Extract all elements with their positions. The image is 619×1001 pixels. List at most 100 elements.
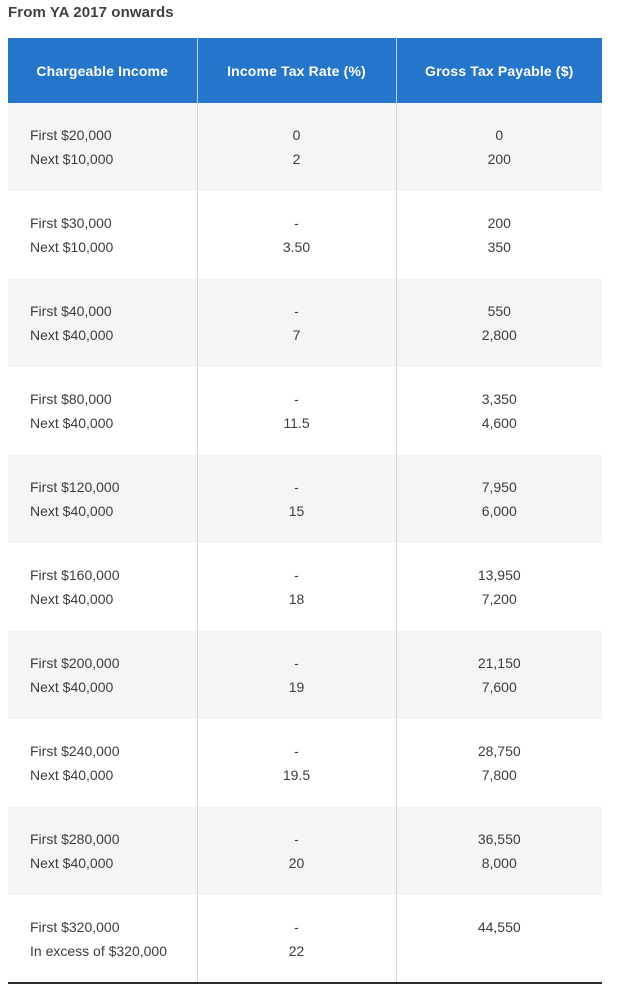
cell-income-tax-rate: - 20 xyxy=(197,807,397,895)
table-row: First $40,000 Next $40,000-7 550 2,800 xyxy=(8,279,602,367)
cell-chargeable-income: First $20,000 Next $10,000 xyxy=(8,103,198,191)
cell-gross-tax-payable: 28,750 7,800 xyxy=(396,719,602,807)
table-row: First $30,000 Next $10,000 - 3.50 200 350 xyxy=(8,191,602,279)
cell-line-primary: 0 xyxy=(292,127,301,143)
cell-line-primary: 36,550 xyxy=(477,831,521,847)
cell-line-secondary: 350 xyxy=(487,239,511,255)
cell-line-primary: - xyxy=(294,743,299,759)
cell-line-primary: First $320,000 xyxy=(30,918,120,935)
cell-line-primary: - xyxy=(294,479,299,495)
column-header-chargeable-income: Chargeable Income xyxy=(8,38,198,103)
cell-line-primary: First $240,000 xyxy=(30,743,120,759)
cell-chargeable-income: First $120,000 Next $40,000 xyxy=(8,455,198,543)
cell-line-secondary: 20 xyxy=(288,855,305,871)
cell-line-secondary: 19.5 xyxy=(282,767,311,783)
table-row: First $320,000 In excess of $320,000 - 22 44… xyxy=(8,895,602,983)
cell-line-secondary: 8,000 xyxy=(481,855,517,871)
cell-line-primary: 3,350 xyxy=(481,391,517,407)
table-row: First $240,000 Next $40,000 - 19.5 28,750 7,8… xyxy=(8,719,602,807)
cell-line-secondary: In excess of $320,000 xyxy=(30,942,167,959)
cell-income-tax-rate: - 22 xyxy=(197,895,397,983)
cell-gross-tax-payable: 21,150 7,600 xyxy=(396,631,602,719)
cell-line-primary: 44,550 xyxy=(477,918,521,935)
cell-line-primary: - xyxy=(294,831,299,847)
column-header-income-tax-rate: Income Tax Rate (%) xyxy=(197,38,397,103)
cell-income-tax-rate: - 11.5 xyxy=(197,367,397,455)
cell-line-primary: - xyxy=(294,215,299,231)
cell-line-secondary: Next $10,000 xyxy=(30,151,114,167)
cell-line-secondary: Next $40,000 xyxy=(30,503,114,519)
cell-line-primary: First $30,000 xyxy=(30,215,112,231)
cell-gross-tax-payable: 44,550 xyxy=(396,895,602,983)
column-header-gross-tax-payable: Gross Tax Payable ($) xyxy=(396,38,602,103)
cell-line-primary: - xyxy=(294,391,299,407)
cell-gross-tax-payable: 36,550 8,000 xyxy=(396,807,602,895)
cell-income-tax-rate: - 15 xyxy=(197,455,397,543)
table-row: First $80,000 Next $40,000 - 11.5 3,350 4,600 xyxy=(8,367,602,455)
cell-line-primary: - xyxy=(294,918,299,935)
cell-chargeable-income: First $320,000 In excess of $320,000 xyxy=(8,895,198,983)
cell-line-secondary: 22 xyxy=(288,942,305,959)
cell-line-primary: First $120,000 xyxy=(30,479,120,495)
cell-chargeable-income: First $30,000 Next $10,000 xyxy=(8,191,198,279)
cell-line-secondary: 3.50 xyxy=(282,239,311,255)
cell-income-tax-rate: 02 xyxy=(197,103,397,191)
cell-line-primary: First $40,000 xyxy=(30,303,112,319)
cell-line-primary: First $280,000 xyxy=(30,831,120,847)
table-row: First $200,000 Next $40,000 - 19 21,150 7,600 xyxy=(8,631,602,719)
table-row: First $160,000 Next $40,000 - 18 13,950 7,200 xyxy=(8,543,602,631)
cell-line-primary: 550 xyxy=(487,303,511,319)
cell-gross-tax-payable: 550 2,800 xyxy=(396,279,602,367)
table-row: First $120,000 Next $40,000 - 15 7,950 6,000 xyxy=(8,455,602,543)
cell-line-primary: 13,950 xyxy=(477,567,521,583)
tax-table-container: Chargeable Income Income Tax Rate (%) Gr… xyxy=(8,38,602,984)
table-row: First $20,000 Next $10,000 0 2 0 200 xyxy=(8,103,602,191)
cell-line-primary: 200 xyxy=(487,215,511,231)
cell-line-secondary: 15 xyxy=(288,503,305,519)
cell-line-secondary: 7,600 xyxy=(481,679,517,695)
cell-income-tax-rate: - 19.5 xyxy=(197,719,397,807)
cell-line-primary: 28,750 xyxy=(477,743,521,759)
cell-line-secondary: Next $40,000 xyxy=(30,415,114,431)
cell-line-secondary: Next $40,000 xyxy=(30,591,114,607)
cell-line-primary: First $160,000 xyxy=(30,567,120,583)
cell-gross-tax-payable: 0 200 xyxy=(396,103,602,191)
cell-line-primary: - xyxy=(294,567,299,583)
cell-line-secondary: 7,200 xyxy=(481,591,517,607)
cell-line-primary: 21,150 xyxy=(477,655,521,671)
cell-gross-tax-payable: 3,350 4,600 xyxy=(396,367,602,455)
cell-line-secondary: 6,000 xyxy=(481,503,517,519)
cell-line-secondary: Next $40,000 xyxy=(30,855,114,871)
cell-chargeable-income: First $40,000 Next $40,000 xyxy=(8,279,198,367)
cell-chargeable-income: First $160,000 Next $40,000 xyxy=(8,543,198,631)
cell-line-primary: First $20,000 xyxy=(30,127,112,143)
cell-chargeable-income: First $200,000 Next $40,000 xyxy=(8,631,198,719)
cell-chargeable-income: First $280,000 Next $40,000 xyxy=(8,807,198,895)
cell-line-secondary: Next $40,000 xyxy=(30,327,114,343)
cell-gross-tax-payable: 13,950 7,200 xyxy=(396,543,602,631)
table-header: Chargeable Income Income Tax Rate (%) Gr… xyxy=(8,38,602,103)
cell-gross-tax-payable: 200 350 xyxy=(396,191,602,279)
cell-line-secondary: 200 xyxy=(487,151,511,167)
page-title: From YA 2017 onwards xyxy=(8,4,174,21)
cell-line-secondary: 11.5 xyxy=(283,415,310,431)
table-body: First $20,000 Next $10,000 0 2 0 200 First $30… xyxy=(8,103,602,983)
cell-line-secondary: 7,800 xyxy=(481,767,517,783)
cell-line-primary: - xyxy=(294,655,299,671)
cell-line-secondary: Next $40,000 xyxy=(30,679,114,695)
cell-line-secondary: 4,600 xyxy=(481,415,517,431)
cell-income-tax-rate: - 3.50 xyxy=(197,191,397,279)
cell-line-secondary: 2,800 xyxy=(481,327,517,343)
income-tax-rates-table: Chargeable Income Income Tax Rate (%) Gr… xyxy=(8,38,602,984)
cell-gross-tax-payable: 7,950 6,000 xyxy=(396,455,602,543)
cell-chargeable-income: First $240,000 Next $40,000 xyxy=(8,719,198,807)
cell-income-tax-rate: - 19 xyxy=(197,631,397,719)
cell-line-secondary: 7 xyxy=(292,327,301,343)
page-root: From YA 2017 onwards Chargeable Income I… xyxy=(0,0,619,1001)
table-header-row: Chargeable Income Income Tax Rate (%) Gr… xyxy=(8,38,602,103)
cell-line-primary: 0 xyxy=(495,127,504,143)
cell-chargeable-income: First $80,000 Next $40,000 xyxy=(8,367,198,455)
cell-income-tax-rate: - 18 xyxy=(197,543,397,631)
cell-line-secondary: 18 xyxy=(288,591,305,607)
cell-line-secondary: 19 xyxy=(288,679,305,695)
